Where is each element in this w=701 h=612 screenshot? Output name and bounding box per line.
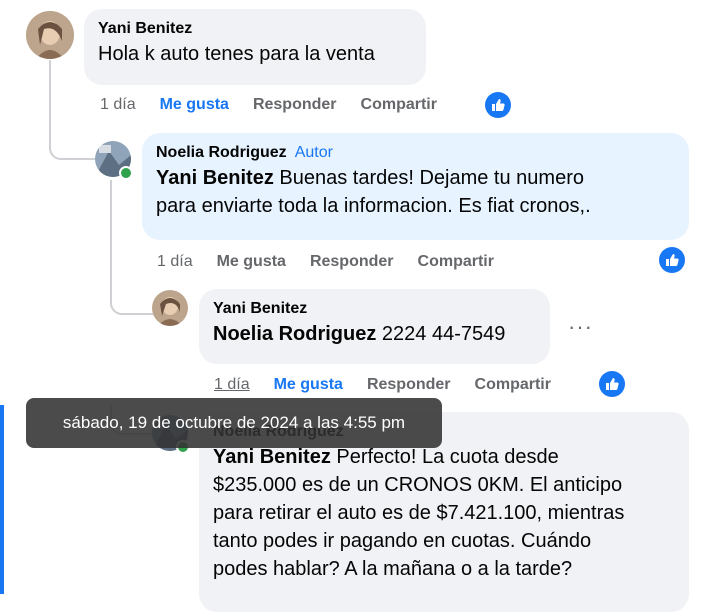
comment-text-line: para enviarte toda la informacion. Es fi… — [156, 195, 591, 217]
mention-link[interactable]: Yani Benitez — [156, 167, 274, 189]
comment-bubble: Yani Benitez Noelia Rodriguez 2224 44-75… — [199, 289, 550, 364]
thumbs-up-icon — [492, 99, 505, 111]
reply-button[interactable]: Responder — [253, 96, 337, 114]
comment-bubble: Yani Benitez Hola k auto tenes para la v… — [84, 9, 426, 85]
comment-time[interactable]: 1 día — [214, 376, 250, 394]
comment-text-line: $235.000 es de un CRONOS 0KM. El anticip… — [213, 474, 623, 496]
thumbs-up-icon — [666, 254, 679, 266]
comment-actions: 1 día Me gusta Responder Compartir — [214, 376, 575, 394]
like-button[interactable]: Me gusta — [217, 253, 286, 271]
like-reaction-badge[interactable] — [485, 92, 511, 118]
avatar[interactable] — [152, 290, 188, 326]
like-button[interactable]: Me gusta — [160, 96, 229, 114]
like-reaction-badge[interactable] — [659, 247, 685, 273]
comment-time[interactable]: 1 día — [157, 253, 193, 271]
avatar[interactable] — [26, 11, 74, 59]
thumbs-up-icon — [606, 378, 619, 390]
comment-author[interactable]: Yani Benitez — [98, 18, 412, 40]
share-button[interactable]: Compartir — [361, 96, 437, 114]
share-button[interactable]: Compartir — [475, 376, 551, 394]
reply-button[interactable]: Responder — [367, 376, 451, 394]
thread-curve-2 — [110, 285, 154, 315]
comment-text-line: para retirar el auto es de $7.421.100, m… — [213, 502, 625, 524]
like-button[interactable]: Me gusta — [274, 376, 343, 394]
comment-text-line: tanto podes ir pagando en cuotas. Cuándo — [213, 530, 592, 552]
comment-text-line: 2224 44-7549 — [376, 323, 506, 345]
comment-time[interactable]: 1 día — [100, 96, 136, 114]
thread-line-reply — [110, 180, 112, 290]
focused-comment-indicator — [0, 405, 4, 594]
thread-curve-1 — [49, 130, 97, 160]
comment-actions: 1 día Me gusta Responder Compartir — [157, 253, 518, 271]
avatar-icon — [152, 290, 188, 326]
comment-author[interactable]: Yani Benitez — [213, 298, 536, 320]
avatar-icon — [26, 11, 74, 59]
comment-bubble: Noelia Rodriguez Autor Yani Benitez Buena… — [142, 133, 689, 240]
author-badge: Autor — [294, 144, 333, 161]
like-reaction-badge[interactable] — [599, 371, 625, 397]
mention-link[interactable]: Noelia Rodriguez — [213, 323, 376, 345]
comment-author-line: Noelia Rodriguez Autor — [156, 142, 675, 164]
mention-link[interactable]: Yani Benitez — [213, 446, 331, 468]
timestamp-tooltip: sábado, 19 de octubre de 2024 a las 4:55… — [26, 398, 442, 448]
comment-text-line: Perfecto! La cuota desde — [330, 446, 559, 468]
comment-text: Noelia Rodriguez 2224 44-7549 — [213, 320, 536, 348]
comment-text: Yani Benitez Buenas tardes! Dejame tu nu… — [156, 164, 675, 192]
comment-text-line: Buenas tardes! Dejame tu numero — [273, 167, 584, 189]
comment-text: Hola k auto tenes para la venta — [98, 43, 375, 65]
more-options-icon[interactable]: ··· — [568, 314, 593, 340]
online-status-dot — [119, 166, 133, 180]
comment-author[interactable]: Noelia Rodriguez — [156, 144, 287, 161]
share-button[interactable]: Compartir — [418, 253, 494, 271]
comment-text-line: podes hablar? A la mañana o a la tarde? — [213, 558, 573, 580]
comment-actions: 1 día Me gusta Responder Compartir — [100, 96, 461, 114]
reply-button[interactable]: Responder — [310, 253, 394, 271]
